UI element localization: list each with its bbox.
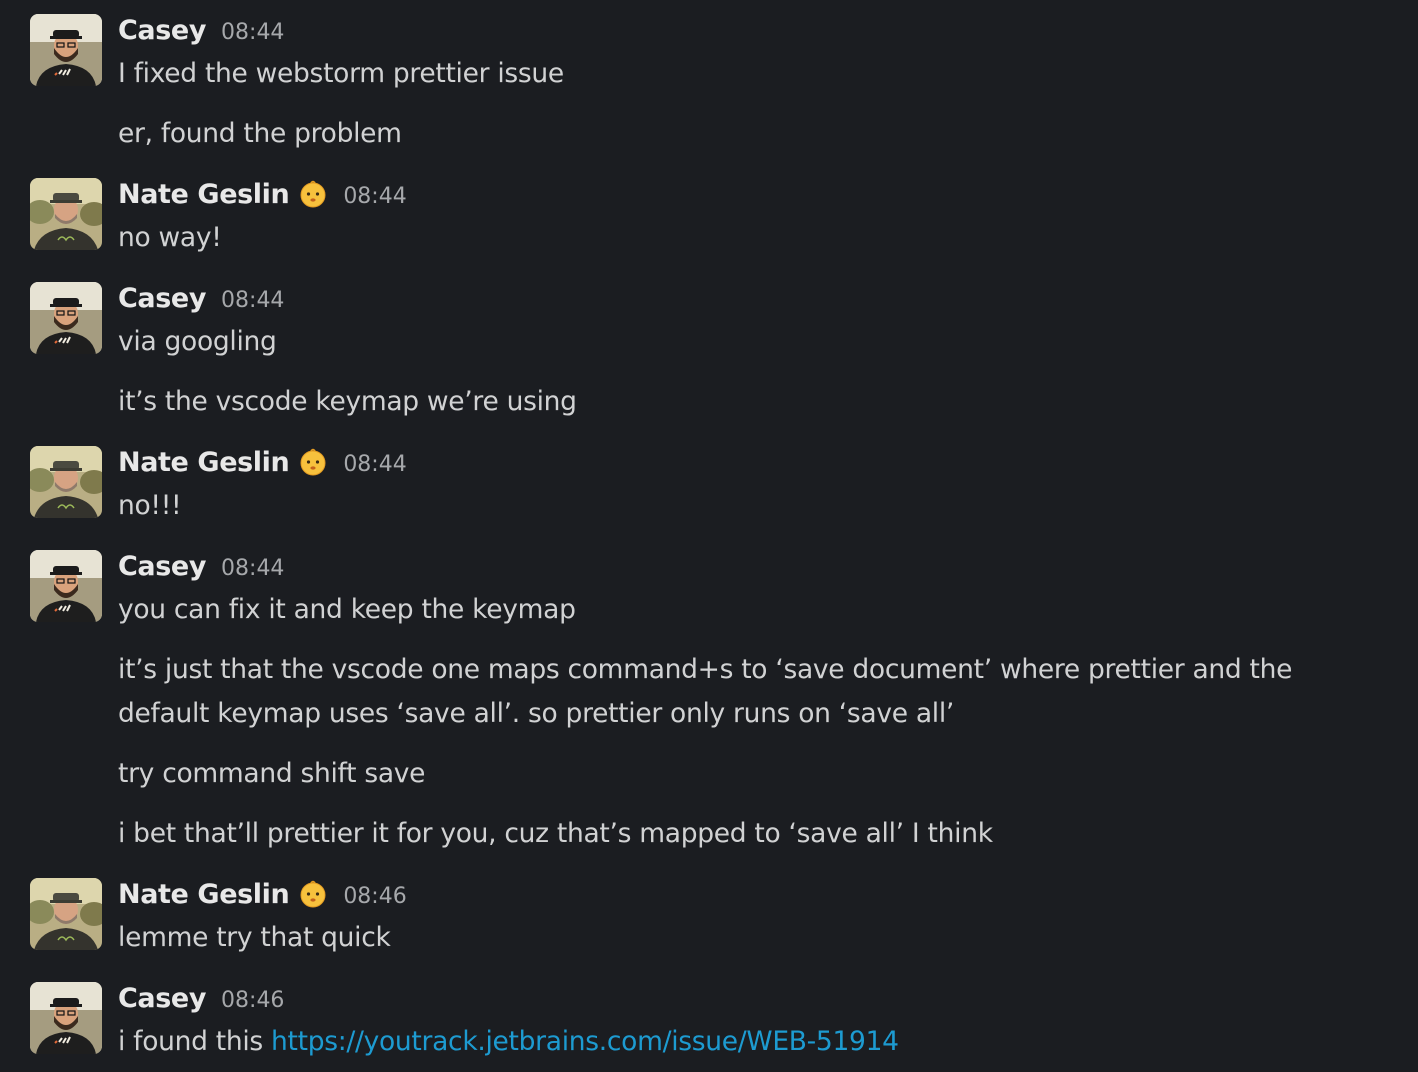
author-name[interactable]: Nate Geslin <box>118 447 290 478</box>
avatar-casey[interactable] <box>30 282 102 354</box>
avatar-nate[interactable] <box>30 878 102 950</box>
baby-face-icon[interactable] <box>298 447 328 477</box>
message-text: er, found the problem <box>118 118 402 149</box>
author-name[interactable]: Casey <box>118 15 206 46</box>
nate-avatar-photo <box>30 446 102 518</box>
message-header: Nate Geslin 08:46 <box>118 876 407 912</box>
message-text: it’s the vscode keymap we’re using <box>118 386 577 417</box>
avatar-nate[interactable] <box>30 446 102 518</box>
message-header: Casey 08:46 <box>118 980 284 1016</box>
message-text: no way! <box>118 222 222 253</box>
author-name[interactable]: Casey <box>118 983 206 1014</box>
timestamp[interactable]: 08:44 <box>221 288 284 313</box>
chat-window: { "users": { "casey": { "name": "Casey" … <box>0 0 1418 1072</box>
message-text-prefix: i found this <box>118 1026 272 1057</box>
message-header: Casey 08:44 <box>118 548 284 584</box>
message-header: Nate Geslin 08:44 <box>118 444 407 480</box>
message-text: it’s just that the vscode one maps comma… <box>118 654 1293 729</box>
timestamp[interactable]: 08:46 <box>221 988 284 1013</box>
timestamp[interactable]: 08:44 <box>343 184 406 209</box>
baby-face-icon[interactable] <box>298 179 328 209</box>
timestamp[interactable]: 08:44 <box>221 556 284 581</box>
author-name[interactable]: Casey <box>118 283 206 314</box>
message-text: lemme try that quick <box>118 922 391 953</box>
author-name[interactable]: Casey <box>118 551 206 582</box>
message-text: no!!! <box>118 490 182 521</box>
casey-avatar-photo <box>30 282 102 354</box>
message-text: you can fix it and keep the keymap <box>118 594 576 625</box>
message-text: I fixed the webstorm prettier issue <box>118 58 564 89</box>
nate-avatar-photo <box>30 178 102 250</box>
author-name[interactable]: Nate Geslin <box>118 179 290 210</box>
author-name[interactable]: Nate Geslin <box>118 879 290 910</box>
avatar-casey[interactable] <box>30 550 102 622</box>
timestamp[interactable]: 08:44 <box>221 20 284 45</box>
message-text: i bet that’ll prettier it for you, cuz t… <box>118 818 993 849</box>
casey-avatar-photo <box>30 14 102 86</box>
avatar-casey[interactable] <box>30 982 102 1054</box>
timestamp[interactable]: 08:46 <box>343 884 406 909</box>
casey-avatar-photo <box>30 550 102 622</box>
message-text: i found this https://youtrack.jetbrains.… <box>118 1020 1388 1064</box>
avatar-casey[interactable] <box>30 14 102 86</box>
nate-avatar-photo <box>30 878 102 950</box>
avatar-nate[interactable] <box>30 178 102 250</box>
issue-link[interactable]: https://youtrack.jetbrains.com/issue/WEB… <box>271 1026 899 1057</box>
message-header: Casey 08:44 <box>118 280 284 316</box>
message-text: try command shift save <box>118 758 426 789</box>
baby-face-icon[interactable] <box>298 879 328 909</box>
timestamp[interactable]: 08:44 <box>343 452 406 477</box>
message-text: via googling <box>118 326 277 357</box>
message-header: Casey 08:44 <box>118 12 284 48</box>
casey-avatar-photo <box>30 982 102 1054</box>
message-header: Nate Geslin 08:44 <box>118 176 407 212</box>
